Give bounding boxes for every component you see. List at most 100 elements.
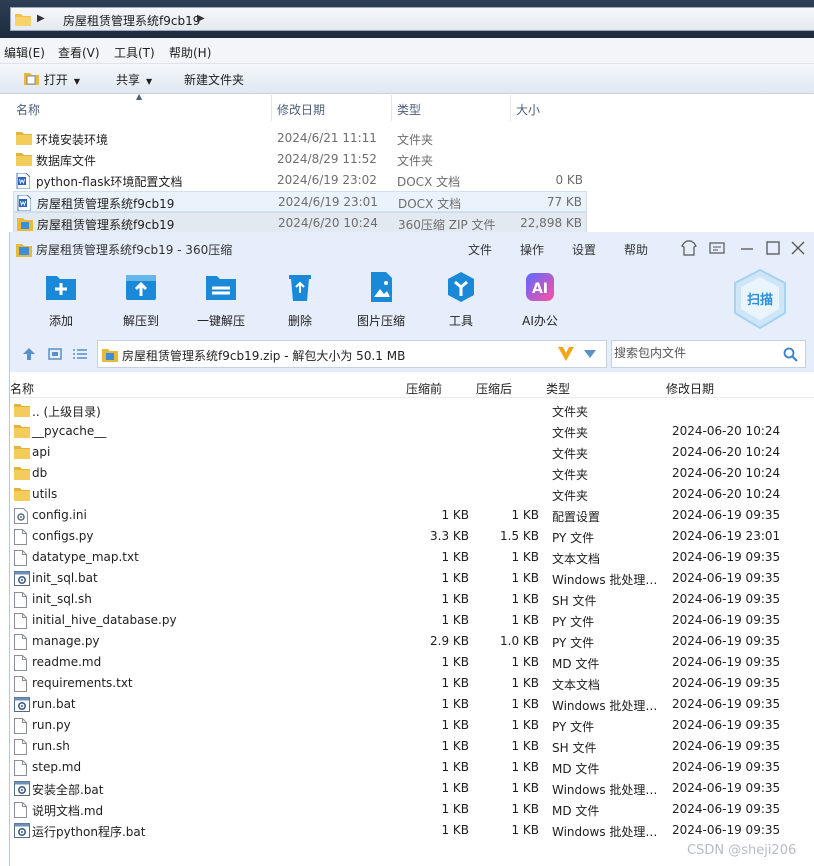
file-type: PY 文件 (552, 636, 595, 650)
file-icon (14, 613, 27, 632)
table-row[interactable]: initial_hive_database.py 1 KB 1 KB PY 文件 202… (10, 610, 814, 631)
search-input[interactable] (614, 346, 774, 360)
table-row[interactable]: db 文件夹 2024-06-20 10:24 (10, 463, 814, 484)
table-row[interactable]: configs.py 3.3 KB 1.5 KB PY 文件 2024-06-19 23… (10, 526, 814, 547)
file-date: 2024-06-20 10:24 (672, 445, 781, 459)
column-date[interactable]: 修改日期 (277, 101, 325, 118)
explorer-command-bar: 打开 ▼ 共享 ▼ 新建文件夹 (0, 64, 814, 94)
zip-menu-help[interactable]: 帮助 (624, 241, 648, 258)
table-row[interactable]: init_sql.bat 1 KB 1 KB Windows 批处理… 2024-06-… (10, 568, 814, 589)
table-row[interactable]: manage.py 2.9 KB 1.0 KB PY 文件 2024-06-19 09:… (10, 631, 814, 652)
thumbnail-view-icon[interactable] (48, 348, 62, 360)
chevron-right-icon[interactable]: ▶ (37, 13, 45, 24)
table-row[interactable]: 说明文档.md 1 KB 1 KB MD 文件 2024-06-19 09:35 (10, 799, 814, 820)
table-row[interactable]: run.sh 1 KB 1 KB SH 文件 2024-06-19 09:35 (10, 736, 814, 757)
menu-edit[interactable]: 编辑(E) (4, 44, 45, 61)
table-row[interactable]: 运行python程序.bat 1 KB 1 KB Windows 批处理… 2024-0… (10, 820, 814, 841)
table-row[interactable]: init_sql.sh 1 KB 1 KB SH 文件 2024-06-19 09:35 (10, 589, 814, 610)
menu-tools[interactable]: 工具(T) (114, 44, 155, 61)
file-name: step.md (32, 760, 82, 774)
archive-icon (102, 349, 118, 362)
archive-app-icon (16, 244, 32, 257)
size-before: 1 KB (441, 781, 469, 795)
zip-menu-operate[interactable]: 操作 (520, 241, 544, 258)
table-row[interactable]: .. (上级目录) 文件夹 (10, 400, 814, 421)
scan-shield-button[interactable]: 扫描 (732, 268, 788, 330)
tools-label: 工具 (448, 314, 473, 328)
delete-button[interactable]: 删除 (268, 270, 332, 330)
list-view-icon[interactable] (73, 348, 87, 360)
column-before[interactable]: 压缩前 (406, 380, 442, 397)
word-doc-icon (16, 172, 31, 192)
chevron-right-icon[interactable]: ▶ (197, 13, 205, 24)
ai-office-button[interactable]: AI AI办公 (508, 270, 572, 330)
table-row[interactable]: api 文件夹 2024-06-20 10:24 (10, 442, 814, 463)
image-compress-button[interactable]: 图片压缩 (349, 270, 413, 330)
table-row[interactable]: step.md 1 KB 1 KB MD 文件 2024-06-19 09:35 (10, 757, 814, 778)
message-icon[interactable] (708, 239, 726, 257)
column-name[interactable]: 名称 (10, 380, 34, 397)
column-after[interactable]: 压缩后 (476, 380, 512, 397)
file-date: 2024-06-19 09:35 (672, 655, 781, 669)
maximize-icon[interactable] (764, 239, 782, 257)
table-row[interactable]: readme.md 1 KB 1 KB MD 文件 2024-06-19 09:35 (10, 652, 814, 673)
file-date: 2024-06-19 09:35 (672, 739, 781, 753)
size-after: 1 KB (511, 802, 539, 816)
add-button[interactable]: 添加 (29, 270, 93, 330)
breadcrumb[interactable]: 房屋租赁管理系统f9cb19 (63, 12, 200, 29)
archive-path-field[interactable]: 房屋租赁管理系统f9cb19.zip - 解包大小为 50.1 MB (97, 340, 607, 368)
image-compress-icon (371, 272, 392, 302)
menu-view[interactable]: 查看(V) (58, 44, 100, 61)
list-item[interactable]: 房屋租赁管理系统f9cb19 2024/6/19 23:01 DOCX 文档 77 K… (13, 191, 587, 212)
list-item[interactable]: python-flask环境配置文档 2024/6/19 23:02 DOCX 文档… (13, 170, 587, 191)
add-label: 添加 (48, 314, 73, 328)
tools-button[interactable]: 工具 (429, 270, 493, 330)
explorer-column-header: 名称 ▲ 修改日期 类型 大小 (0, 92, 814, 121)
list-item[interactable]: 数据库文件 2024/8/29 11:52 文件夹 (13, 149, 587, 170)
file-date: 2024/6/20 10:24 (278, 216, 378, 230)
v-logo-icon[interactable] (557, 346, 575, 362)
up-arrow-icon[interactable] (22, 348, 36, 360)
column-name[interactable]: 名称 (16, 101, 40, 118)
file-type: PY 文件 (552, 531, 595, 545)
breadcrumb-field[interactable]: ▶ 房屋租赁管理系统f9cb19 ▶ (10, 7, 814, 31)
file-name: requirements.txt (32, 676, 133, 690)
table-row[interactable]: __pycache__ 文件夹 2024-06-20 10:24 (10, 421, 814, 442)
search-icon[interactable] (783, 347, 798, 362)
column-type[interactable]: 类型 (546, 380, 570, 397)
table-row[interactable]: run.py 1 KB 1 KB PY 文件 2024-06-19 09:35 (10, 715, 814, 736)
menu-help[interactable]: 帮助(H) (169, 44, 211, 61)
file-name: 说明文档.md (32, 804, 104, 818)
zip-menu-file[interactable]: 文件 (468, 241, 492, 258)
list-item[interactable]: 环境安装环境 2024/6/21 11:11 文件夹 (13, 128, 587, 149)
list-item[interactable]: 房屋租赁管理系统f9cb19 2024/6/20 10:24 360压缩 ZIP 文… (13, 212, 587, 233)
extract-to-button[interactable]: 解压到 (109, 270, 173, 330)
close-icon[interactable] (789, 239, 807, 257)
chevron-down-icon[interactable] (584, 350, 596, 358)
share-button[interactable]: 共享 ▼ (116, 71, 152, 88)
one-click-extract-button[interactable]: 一键解压 (189, 270, 253, 330)
new-folder-button[interactable]: 新建文件夹 (184, 71, 244, 88)
column-date[interactable]: 修改日期 (666, 380, 714, 397)
table-row[interactable]: run.bat 1 KB 1 KB Windows 批处理… 2024-06-19 09… (10, 694, 814, 715)
file-name: run.py (32, 718, 71, 732)
file-name: initial_hive_database.py (32, 613, 177, 627)
table-row[interactable]: 安装全部.bat 1 KB 1 KB Windows 批处理… 2024-06-19 0… (10, 778, 814, 799)
file-type: 文件夹 (552, 405, 589, 419)
zip-menu-settings[interactable]: 设置 (572, 241, 596, 258)
column-type[interactable]: 类型 (397, 101, 421, 118)
column-size[interactable]: 大小 (516, 101, 540, 118)
explorer-address-bar: ▶ 房屋租赁管理系统f9cb19 ▶ (0, 0, 814, 38)
open-button[interactable]: 打开 ▼ (24, 71, 80, 88)
file-icon (14, 802, 27, 821)
file-name: api (32, 445, 51, 459)
table-row[interactable]: requirements.txt 1 KB 1 KB 文本文档 2024-06-19 0… (10, 673, 814, 694)
share-label: 共享 (116, 73, 141, 87)
minimize-icon[interactable] (738, 239, 756, 257)
shirt-icon[interactable] (680, 239, 698, 257)
file-name: 数据库文件 (36, 154, 97, 168)
table-row[interactable]: utils 文件夹 2024-06-20 10:24 (10, 484, 814, 505)
file-type: SH 文件 (552, 594, 597, 608)
table-row[interactable]: config.ini 1 KB 1 KB 配置设置 2024-06-19 09:35 (10, 505, 814, 526)
table-row[interactable]: datatype_map.txt 1 KB 1 KB 文本文档 2024-06-19 0… (10, 547, 814, 568)
